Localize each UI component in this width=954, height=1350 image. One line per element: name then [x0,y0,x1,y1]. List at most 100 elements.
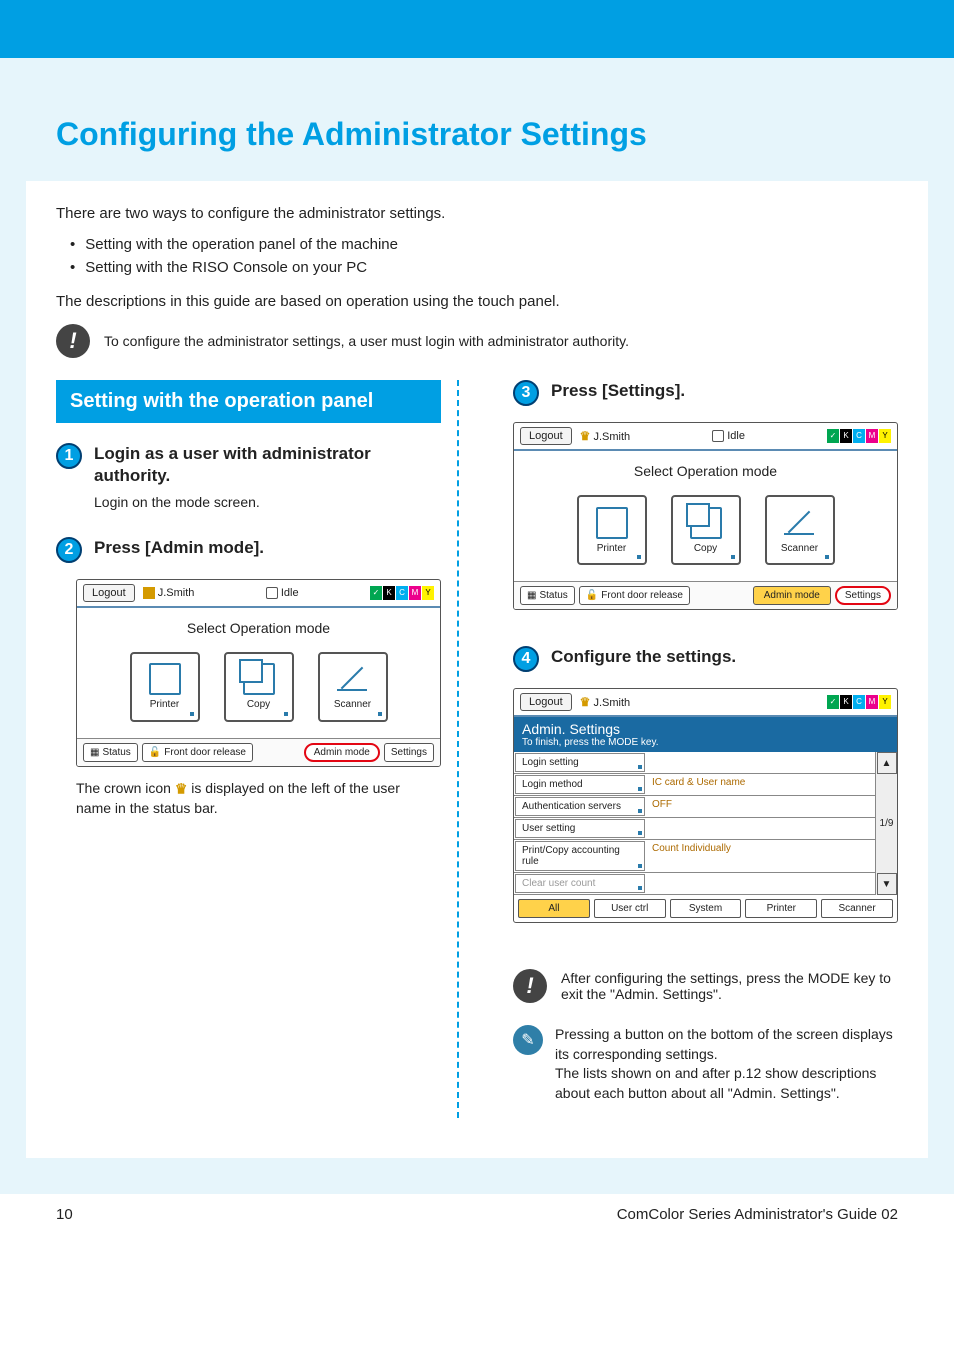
user-setting-row[interactable]: User setting [515,819,645,838]
step-badge-2: 2 [56,537,82,563]
status-icon: ▦ [90,747,99,758]
scanner-mode-button[interactable]: Scanner [765,495,835,565]
printer-mode-button[interactable]: Printer [577,495,647,565]
admin-mode-button[interactable]: Admin mode [304,743,380,762]
ink-y: Y [422,586,434,600]
user-name: J.Smith [593,431,630,443]
operation-panel-screenshot-1: Logout J.Smith Idle ✓ K C M Y Select Ope… [76,579,441,767]
status-icon: ▦ [527,590,536,601]
admin-subtitle: To finish, press the MODE key. [522,737,889,748]
step-3: 3 Press [Settings]. [513,380,898,408]
guide-label: ComColor Series Administrator's Guide 02 [617,1206,898,1223]
settings-button[interactable]: Settings [384,743,434,762]
logout-button[interactable]: Logout [520,427,572,445]
ink-check-icon: ✓ [827,429,839,443]
printer-mode-button[interactable]: Printer [130,652,200,722]
scanner-mode-button[interactable]: Scanner [318,652,388,722]
page-title: Configuring the Administrator Settings [56,116,898,153]
intro-bullet: Setting with the operation panel of the … [70,234,898,257]
ink-check-icon: ✓ [370,586,382,600]
note-row: ! To configure the administrator setting… [56,324,898,358]
clear-user-count-row[interactable]: Clear user count [515,874,645,893]
tab-userctrl[interactable]: User ctrl [594,899,666,918]
mode-title: Select Operation mode [524,463,887,479]
column-divider [457,380,497,1118]
user-name: J.Smith [158,587,195,599]
tip-row: ✎ Pressing a button on the bottom of the… [513,1025,898,1103]
settings-button[interactable]: Settings [835,586,891,605]
top-band [0,0,954,58]
admin-tabs: All User ctrl System Printer Scanner [514,895,897,922]
copy-mode-button[interactable]: Copy [224,652,294,722]
login-method-row[interactable]: Login method [515,775,645,794]
copy-icon [690,507,722,539]
step-badge-4: 4 [513,646,539,672]
scroll-down-button[interactable]: ▼ [877,873,897,895]
step-2-title: Press [Admin mode]. [94,537,441,559]
step-badge-3: 3 [513,380,539,406]
idle-label: Idle [727,430,745,442]
note-text: To configure the administrator settings,… [104,333,629,349]
exclamation-icon: ! [513,969,547,1003]
intro-bullet: Setting with the RISO Console on your PC [70,257,898,280]
scroll-up-button[interactable]: ▲ [877,752,897,774]
tip-icon: ✎ [513,1025,543,1055]
tab-system[interactable]: System [670,899,742,918]
tip-text-1: Pressing a button on the bottom of the s… [555,1025,898,1064]
intro-block: There are two ways to configure the admi… [56,205,898,310]
page-number: 10 [56,1206,73,1223]
admin-header: Admin. Settings To finish, press the MOD… [514,717,897,752]
step-1-title: Login as a user with administrator autho… [94,443,441,487]
crown-icon: ♛ [580,695,591,709]
idle-icon [712,430,724,442]
page-footer: 10 ComColor Series Administrator's Guide… [0,1194,954,1247]
note-row-2: ! After configuring the settings, press … [513,969,898,1003]
step-1-text: Login on the mode screen. [94,493,441,513]
admin-settings-panel: Logout ♛ J.Smith ✓ K C M Y Admin. Settin… [513,688,898,923]
ink-check-icon: ✓ [827,695,839,709]
status-button[interactable]: ▦Status [83,743,138,762]
tab-printer[interactable]: Printer [745,899,817,918]
login-setting-row[interactable]: Login setting [515,753,645,772]
ink-k: K [383,586,395,600]
step-4-title: Configure the settings. [551,646,898,668]
intro-line-1: There are two ways to configure the admi… [56,205,898,222]
right-column: 3 Press [Settings]. Logout ♛ J.Smith Idl… [513,380,898,1118]
scanner-icon [337,663,369,695]
user-name: J.Smith [593,697,630,709]
admin-mode-button[interactable]: Admin mode [753,586,831,605]
scanner-icon [784,507,816,539]
door-icon: 🔓 [586,590,598,601]
status-button[interactable]: ▦Status [520,586,575,605]
front-door-button[interactable]: 🔓Front door release [142,743,253,762]
idle-icon [266,587,278,599]
step-badge-1: 1 [56,443,82,469]
left-column: Setting with the operation panel 1 Login… [56,380,441,1118]
ink-levels: ✓ K C M Y [827,695,891,709]
step-4: 4 Configure the settings. [513,646,898,674]
crown-icon: ♛ [175,780,188,796]
copy-mode-button[interactable]: Copy [671,495,741,565]
admin-scroll: ▲ 1/9 ▼ [875,752,897,895]
intro-line-2: The descriptions in this guide are based… [56,293,898,310]
content-area: Configuring the Administrator Settings T… [0,58,954,1194]
logout-button[interactable]: Logout [83,584,135,602]
tab-all[interactable]: All [518,899,590,918]
mode-title: Select Operation mode [87,620,430,636]
ink-levels: ✓ K C M Y [370,586,434,600]
idle-label: Idle [281,587,299,599]
crown-caption: The crown icon ♛ is displayed on the lef… [76,779,421,819]
accounting-rule-row[interactable]: Print/Copy accounting rule [515,841,645,871]
ink-c: C [396,586,408,600]
auth-servers-row[interactable]: Authentication servers [515,797,645,816]
two-columns: Setting with the operation panel 1 Login… [56,380,898,1118]
operation-panel-screenshot-2: Logout ♛ J.Smith Idle ✓ K C M Y Select O… [513,422,898,610]
copy-icon [243,663,275,695]
tab-scanner[interactable]: Scanner [821,899,893,918]
front-door-button[interactable]: 🔓Front door release [579,586,690,605]
step-1: 1 Login as a user with administrator aut… [56,443,441,523]
exclamation-icon: ! [56,324,90,358]
logout-button[interactable]: Logout [520,693,572,711]
printer-icon [596,507,628,539]
admin-title: Admin. Settings [522,721,889,737]
